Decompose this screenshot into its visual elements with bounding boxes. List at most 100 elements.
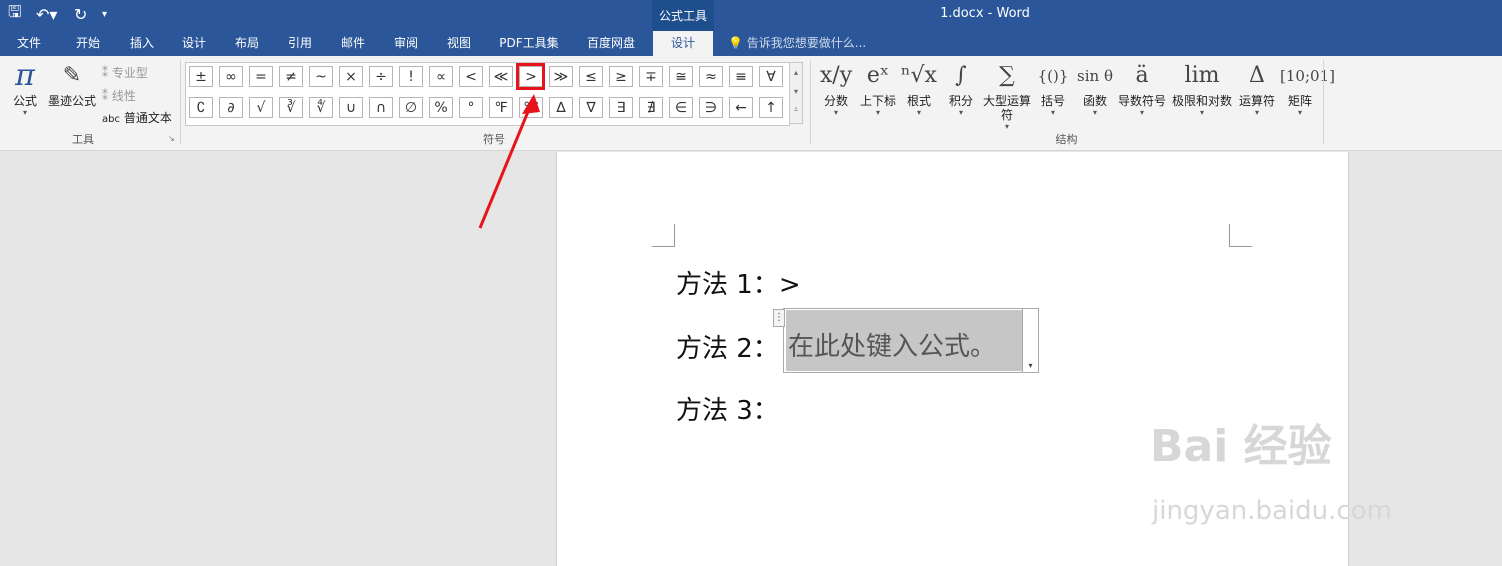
pi-icon: π	[15, 58, 35, 93]
symbol-button[interactable]: =	[249, 66, 273, 87]
dialog-launcher-icon[interactable]: ↘	[168, 134, 175, 143]
symbol-button[interactable]: ×	[339, 66, 363, 87]
watermark-url: jingyan.baidu.com	[1152, 496, 1392, 526]
chevron-down-icon: ▾	[916, 108, 921, 117]
symbol-button[interactable]: ∜	[309, 97, 333, 118]
ink-equation-button[interactable]: ✎ 墨迹公式	[46, 60, 98, 108]
scroll-up-icon[interactable]: ▴	[790, 63, 802, 83]
structure-icon: ∑	[999, 63, 1015, 88]
structure-button[interactable]: lim 极限和对数 ▾	[1170, 60, 1234, 118]
normal-text-button[interactable]: abc 普通文本	[102, 109, 172, 126]
tab-view[interactable]: 视图	[437, 31, 481, 56]
symbol-button[interactable]: ≥	[609, 66, 633, 87]
symbol-button[interactable]: ∇	[579, 97, 603, 118]
equation-button[interactable]: π 公式 ▾	[8, 60, 42, 118]
equation-handle-icon[interactable]: ⋮	[773, 309, 785, 327]
group-separator	[1323, 60, 1324, 144]
structure-icon: Δ	[1249, 63, 1265, 88]
symbol-button[interactable]: ≤	[579, 66, 603, 87]
tab-references[interactable]: 引用	[278, 31, 322, 56]
tab-baidu-netdisk[interactable]: 百度网盘	[576, 31, 646, 56]
symbol-button[interactable]: ∀	[759, 66, 783, 87]
structure-button[interactable]: ∫ 积分 ▾	[942, 60, 980, 118]
tell-me-text: 告诉我您想要做什么...	[746, 36, 867, 50]
symbol-button[interactable]: ∅	[399, 97, 423, 118]
symbol-button[interactable]: !	[399, 66, 423, 87]
tab-equation-design[interactable]: 设计	[653, 31, 713, 56]
structure-button[interactable]: Δ 运算符 ▾	[1235, 60, 1279, 118]
chevron-down-icon: ▾	[958, 108, 963, 117]
linear-button[interactable]: ⁑ 线性	[102, 87, 136, 104]
structure-button[interactable]: ⁿ√x 根式 ▾	[900, 60, 938, 118]
structure-button[interactable]: eˣ 上下标 ▾	[857, 60, 899, 118]
structure-button[interactable]: x/y 分数 ▾	[818, 60, 854, 118]
symbol-button[interactable]: ↑	[759, 97, 783, 118]
professional-button[interactable]: ⁑ 专业型	[102, 64, 148, 81]
symbol-button[interactable]: ≪	[489, 66, 513, 87]
redo-icon[interactable]: ↻	[74, 3, 87, 25]
tell-me-search[interactable]: 💡 告诉我您想要做什么...	[728, 31, 866, 56]
tab-mailings[interactable]: 邮件	[331, 31, 375, 56]
tab-insert[interactable]: 插入	[120, 31, 164, 56]
symbol-button[interactable]: <	[459, 66, 483, 87]
symbol-button[interactable]: ∛	[279, 97, 303, 118]
symbol-button[interactable]: ∪	[339, 97, 363, 118]
symbol-button[interactable]: ≫	[549, 66, 573, 87]
tab-layout[interactable]: 布局	[225, 31, 269, 56]
symbol-button[interactable]: ∁	[189, 97, 213, 118]
tab-file[interactable]: 文件	[8, 31, 50, 56]
margin-corner-left	[652, 224, 675, 247]
margin-corner-right	[1229, 224, 1252, 247]
gallery-scroll[interactable]: ▴ ▾ ⩡	[789, 62, 803, 124]
structure-label: 极限和对数	[1171, 94, 1232, 108]
structure-button[interactable]: ∑ 大型运算符 ▾	[982, 60, 1032, 132]
chevron-down-icon: ▾	[1028, 361, 1033, 370]
symbol-button[interactable]: ≈	[699, 66, 723, 87]
equation-placeholder[interactable]: 在此处键入公式。	[788, 326, 996, 363]
symbol-button[interactable]: ≠	[279, 66, 303, 87]
group-separator	[180, 60, 181, 144]
scroll-down-icon[interactable]: ▾	[790, 83, 802, 101]
symbol-button[interactable]: %	[429, 97, 453, 118]
customize-qat-icon[interactable]: ▾	[102, 3, 107, 25]
structure-button[interactable]: sin θ 函数 ▾	[1075, 60, 1115, 118]
method-1-line[interactable]: 方法 1：>	[676, 264, 801, 301]
structure-button[interactable]: {()} 括号 ▾	[1033, 60, 1073, 118]
symbol-button[interactable]: ±	[189, 66, 213, 87]
method-3-line[interactable]: 方法 3：	[676, 390, 779, 427]
symbol-button[interactable]: ∂	[219, 97, 243, 118]
structure-button[interactable]: ä 导数符号 ▾	[1115, 60, 1169, 118]
symbol-button[interactable]: ≡	[729, 66, 753, 87]
symbol-button[interactable]: ∄	[639, 97, 663, 118]
structure-button[interactable]: [10;01] 矩阵 ▾	[1280, 60, 1335, 118]
equation-options-button[interactable]: ▾	[1022, 308, 1039, 373]
symbol-button[interactable]: ~	[309, 66, 333, 87]
symbol-button[interactable]: ≅	[669, 66, 693, 87]
tab-review[interactable]: 审阅	[384, 31, 428, 56]
structure-label: 函数	[1082, 94, 1107, 108]
symbol-button[interactable]: ∝	[429, 66, 453, 87]
gallery-more-icon[interactable]: ⩡	[790, 101, 802, 119]
structure-label: 导数符号	[1117, 94, 1166, 108]
symbol-button[interactable]: ∃	[609, 97, 633, 118]
undo-icon[interactable]: ↶▾	[36, 3, 57, 25]
tab-home[interactable]: 开始	[66, 31, 110, 56]
tools-group-label: 工具	[72, 133, 94, 146]
symbol-button[interactable]: ←	[729, 97, 753, 118]
tab-pdf-tools[interactable]: PDF工具集	[492, 31, 566, 56]
method-2-line[interactable]: 方法 2：	[676, 328, 779, 365]
save-icon[interactable]: 🖫	[8, 2, 22, 25]
symbol-button[interactable]: ÷	[369, 66, 393, 87]
symbol-button[interactable]: ∩	[369, 97, 393, 118]
symbol-button[interactable]: ∓	[639, 66, 663, 87]
structure-label: 运算符	[1238, 94, 1275, 108]
tab-design[interactable]: 设计	[172, 31, 216, 56]
structure-label: 根式	[906, 94, 931, 108]
symbol-button[interactable]: ∞	[219, 66, 243, 87]
method-1-label: 方法 1：	[676, 270, 779, 300]
symbol-button[interactable]: ∆	[549, 97, 573, 118]
symbol-button[interactable]: ∋	[699, 97, 723, 118]
structure-icon: eˣ	[866, 63, 890, 88]
symbol-button[interactable]: √	[249, 97, 273, 118]
symbol-button[interactable]: ∈	[669, 97, 693, 118]
